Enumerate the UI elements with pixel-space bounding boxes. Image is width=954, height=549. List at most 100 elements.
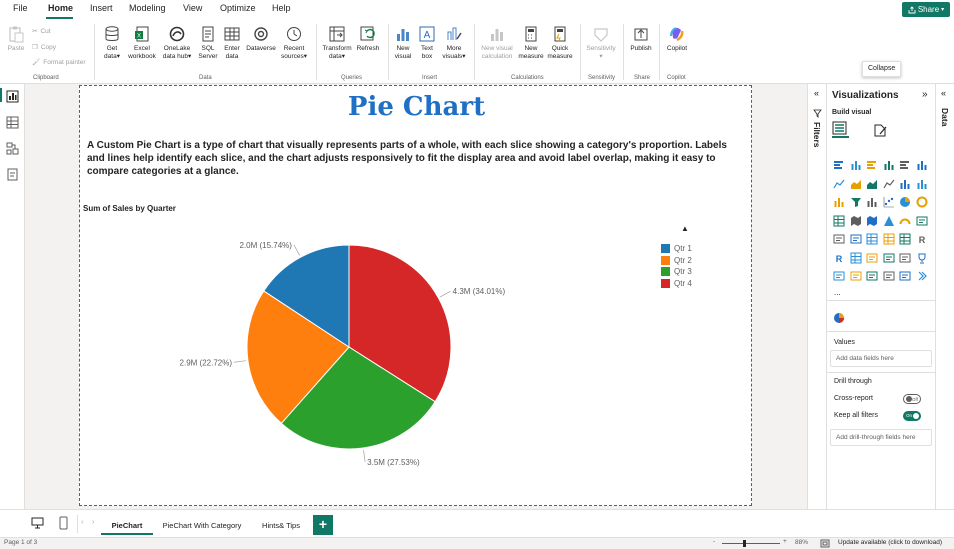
excel-workbook-button[interactable]: X Excel workbook (126, 25, 158, 60)
visual-type-letter-icon[interactable]: R (916, 233, 928, 245)
visual-type-bars-h-icon[interactable] (899, 159, 911, 171)
get-data-button[interactable]: Get data▾ (100, 25, 124, 60)
mobile-layout-icon[interactable] (59, 516, 68, 530)
menu-home[interactable]: Home (48, 3, 73, 13)
report-page[interactable]: Pie Chart A Custom Pie Chart is a type o… (79, 85, 752, 506)
visual-type-bars-v-icon[interactable] (916, 159, 928, 171)
visual-type-donut-icon[interactable] (916, 196, 928, 208)
sql-server-button[interactable]: SQL Server (197, 25, 219, 60)
onelake-data-hub-button[interactable]: OneLake data hub▾ (160, 25, 194, 60)
desktop-layout-icon[interactable] (31, 517, 44, 529)
visual-type-scatter-icon[interactable] (883, 196, 895, 208)
recent-sources-button[interactable]: Recent sources▾ (279, 25, 309, 60)
model-view-icon[interactable] (6, 142, 19, 155)
visual-type-table-icon[interactable] (850, 252, 862, 264)
page-tab-hints-tips[interactable]: Hints& Tips (251, 515, 311, 535)
visual-type-card-icon[interactable] (833, 270, 845, 282)
visual-type-pie-icon[interactable] (899, 196, 911, 208)
format-painter-button[interactable]: 🖌 Format painter (32, 58, 86, 67)
new-visual-button[interactable]: New visual (392, 25, 414, 60)
more-visuals-button[interactable]: More visuals▾ (439, 25, 469, 60)
format-visual-icon[interactable] (873, 123, 888, 138)
new-measure-button[interactable]: New measure (518, 25, 544, 60)
visual-type-card-icon[interactable] (850, 233, 862, 245)
visual-type-card-icon[interactable] (850, 270, 862, 282)
publish-button[interactable]: Publish (627, 25, 655, 53)
update-available-link[interactable]: Update available (click to download) (838, 539, 942, 546)
visual-type-gauge-icon[interactable] (899, 215, 911, 227)
transform-data-button[interactable]: Transform data▾ (320, 25, 354, 60)
visual-type-table-icon[interactable] (899, 233, 911, 245)
values-field-well[interactable]: Add data fields here (830, 350, 932, 367)
visual-type-card-icon[interactable] (833, 233, 845, 245)
menu-insert[interactable]: Insert (90, 3, 113, 13)
copilot-button[interactable]: Copilot (663, 25, 691, 53)
pie-chart-icon[interactable] (833, 312, 845, 324)
visual-type-bars-v-icon[interactable] (899, 178, 911, 190)
pie-chart[interactable]: 4.3M (34.01%) 3.5M (27.53%) 2.9M (22.72%) 2… (80, 216, 751, 506)
visual-type-card-icon[interactable] (899, 270, 911, 282)
visual-type-map-icon[interactable] (866, 215, 878, 227)
page-tab-piechart[interactable]: PieChart (101, 515, 153, 535)
share-button[interactable]: Share ▾ (902, 2, 950, 17)
table-view-icon[interactable] (6, 116, 19, 129)
visual-type-bars-v-icon[interactable] (883, 159, 895, 171)
visual-type-line-icon[interactable] (833, 178, 845, 190)
enter-data-button[interactable]: Enter data (222, 25, 242, 60)
zoom-in-button[interactable]: + (783, 538, 787, 545)
visual-type-bars-h-icon[interactable] (866, 159, 878, 171)
visual-type-bars-v-icon[interactable] (916, 178, 928, 190)
menu-modeling[interactable]: Modeling (129, 3, 166, 13)
drill-through-field-well[interactable]: Add drill-through fields here (830, 429, 932, 446)
dax-query-view-icon[interactable] (6, 168, 19, 181)
keep-all-filters-toggle[interactable]: On (903, 411, 921, 421)
fit-to-page-icon[interactable] (820, 539, 830, 548)
visual-type-trophy-icon[interactable] (916, 252, 928, 264)
menu-file[interactable]: File (13, 3, 28, 13)
visual-type-bars-v-icon[interactable] (850, 159, 862, 171)
new-visual-calculation-button[interactable]: New visual calculation (478, 25, 516, 60)
quick-measure-button[interactable]: Quick measure (545, 25, 575, 60)
sensitivity-button[interactable]: Sensitivity ▾ (584, 25, 618, 60)
data-pane-collapsed[interactable]: « Data (935, 84, 954, 509)
visual-type-table-icon[interactable] (833, 215, 845, 227)
visual-type-card-icon[interactable] (866, 252, 878, 264)
add-page-button[interactable]: + (313, 515, 333, 535)
refresh-button[interactable]: Refresh (354, 25, 382, 53)
expand-filters-icon[interactable]: « (814, 88, 819, 98)
more-visuals-ellipsis[interactable]: ... (834, 288, 841, 297)
visual-type-chevron-icon[interactable] (916, 270, 928, 282)
visual-type-line-icon[interactable] (882, 178, 895, 190)
visual-type-table-icon[interactable] (883, 233, 895, 245)
visual-type-funnel-icon[interactable] (850, 196, 862, 208)
visual-type-card-icon[interactable] (899, 252, 911, 264)
visual-type-bars-v-icon[interactable] (866, 196, 878, 208)
cut-button[interactable]: ✂ Cut (32, 27, 51, 36)
legend-scroll-up-icon[interactable]: ▲ (681, 224, 689, 233)
legend-item[interactable]: Qtr 2 (661, 255, 692, 265)
zoom-slider[interactable] (722, 543, 780, 544)
filters-pane-collapsed[interactable]: « Filters (807, 84, 827, 509)
build-visual-tab[interactable] (832, 121, 849, 138)
report-view-icon[interactable] (6, 90, 19, 103)
visual-type-bars-v-icon[interactable] (833, 196, 845, 208)
visual-type-card-icon[interactable] (883, 252, 895, 264)
visual-type-letter-icon[interactable]: R (833, 252, 845, 264)
visual-type-area-icon[interactable] (850, 178, 862, 190)
dataverse-button[interactable]: Dataverse (244, 25, 278, 53)
visual-type-card-icon[interactable] (866, 270, 878, 282)
collapse-pane-icon[interactable]: » (922, 89, 928, 100)
visual-type-triangle-icon[interactable] (883, 215, 895, 227)
menu-optimize[interactable]: Optimize (220, 3, 256, 13)
menu-help[interactable]: Help (272, 3, 291, 13)
legend-item[interactable]: Qtr 4 (661, 278, 692, 288)
legend-item[interactable]: Qtr 1 (661, 244, 692, 253)
zoom-out-button[interactable]: - (713, 538, 715, 545)
cross-report-toggle[interactable]: Off (903, 394, 921, 404)
menu-view[interactable]: View (183, 3, 202, 13)
visual-type-card-icon[interactable] (883, 270, 895, 282)
visual-type-bars-h-icon[interactable] (833, 159, 845, 171)
text-box-button[interactable]: A Text box (417, 25, 437, 60)
legend-item[interactable]: Qtr 3 (661, 267, 692, 276)
page-tab-piechart-with-category[interactable]: PieChart With Category (156, 515, 248, 535)
